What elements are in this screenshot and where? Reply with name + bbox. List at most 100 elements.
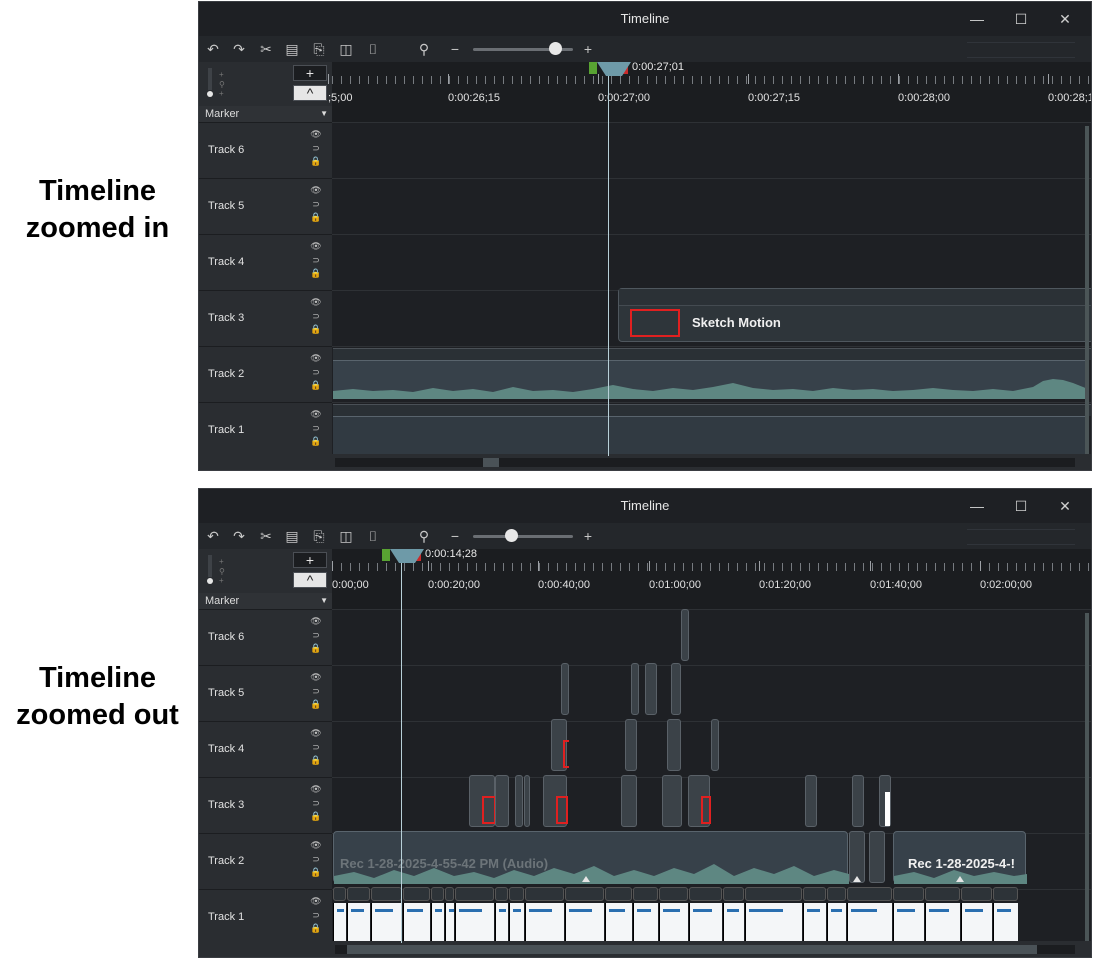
marker-header[interactable]: Marker ▼	[199, 593, 332, 609]
magnet-icon[interactable]: ⊃	[310, 854, 322, 864]
eye-icon[interactable]: 👁	[310, 784, 322, 794]
video-clip-header[interactable]	[827, 887, 846, 901]
magnet-icon[interactable]: ⊃	[310, 423, 322, 433]
track3-clip[interactable]	[852, 775, 864, 827]
track-lane[interactable]	[332, 609, 1091, 665]
track3-clip[interactable]	[662, 775, 682, 827]
lock-icon[interactable]: 🔒	[310, 212, 322, 222]
playhead-line[interactable]	[608, 76, 609, 456]
track-lane[interactable]	[332, 178, 1091, 234]
track-header[interactable]: Track 3 👁 ⊃ 🔒	[199, 777, 332, 833]
track3-clip[interactable]	[515, 775, 523, 827]
eye-icon[interactable]: 👁	[310, 353, 322, 363]
track3-clip[interactable]	[524, 775, 530, 827]
track3-clip[interactable]	[805, 775, 817, 827]
track-header[interactable]: Track 4 👁 ⊃ 🔒	[199, 721, 332, 777]
minimize-button[interactable]: —	[967, 10, 987, 28]
eye-icon[interactable]: 👁	[310, 241, 322, 251]
magnet-icon[interactable]: ⊃	[310, 367, 322, 377]
minimize-button[interactable]: —	[967, 497, 987, 515]
video-clip-header[interactable]	[347, 887, 370, 901]
snapshot-icon[interactable]: ⌷	[364, 527, 382, 545]
close-button[interactable]: ✕	[1055, 10, 1075, 28]
marker-dropdown-icon[interactable]: ▼	[320, 106, 328, 122]
track3-clip[interactable]	[495, 775, 509, 827]
magnet-icon[interactable]: ⊃	[310, 910, 322, 920]
track-header[interactable]: Track 6 👁 ⊃ 🔒	[199, 609, 332, 665]
paste-icon[interactable]: ⎘	[310, 40, 328, 58]
eye-icon[interactable]: 👁	[310, 672, 322, 682]
playhead-handle[interactable]	[390, 549, 424, 563]
lock-icon[interactable]: 🔒	[310, 811, 322, 821]
undo-icon[interactable]: ↶	[204, 527, 222, 545]
eye-icon[interactable]: 👁	[310, 840, 322, 850]
video-clip-header[interactable]	[723, 887, 744, 901]
video-clip-header[interactable]	[455, 887, 494, 901]
track-header[interactable]: Track 5 👁 ⊃ 🔒	[199, 665, 332, 721]
track5-clip[interactable]	[631, 663, 639, 715]
horizontal-scroll-thumb[interactable]	[483, 458, 499, 467]
magnet-icon[interactable]: ⊃	[310, 255, 322, 265]
eye-icon[interactable]: 👁	[310, 297, 322, 307]
track-header[interactable]: Track 6 👁 ⊃ 🔒	[199, 122, 332, 178]
video-clip-header[interactable]	[993, 887, 1018, 901]
video-clip-header[interactable]	[745, 887, 802, 901]
track4-clip[interactable]	[625, 719, 637, 771]
track-header[interactable]: Track 2 👁 ⊃ 🔒	[199, 833, 332, 889]
magnet-icon[interactable]: ⊃	[310, 742, 322, 752]
track3-clip[interactable]	[543, 775, 568, 827]
video-clip-header[interactable]	[445, 887, 454, 901]
video-clip-header[interactable]	[689, 887, 722, 901]
playhead-handle[interactable]	[597, 62, 631, 76]
lock-icon[interactable]: 🔒	[310, 436, 322, 446]
track5-clip[interactable]	[561, 663, 569, 715]
zoom-slider[interactable]	[473, 535, 573, 538]
video-clip-header[interactable]	[925, 887, 960, 901]
zoom-icon[interactable]: ⚲	[415, 527, 433, 545]
add-track-button[interactable]: +	[293, 552, 327, 568]
video-clip-header[interactable]	[495, 887, 508, 901]
marker-header[interactable]: Marker ▼	[199, 106, 332, 122]
maximize-button[interactable]: ☐	[1011, 497, 1031, 515]
track-height-knob[interactable]	[207, 578, 213, 584]
horizontal-scrollbar[interactable]	[335, 945, 1075, 954]
track2-clip[interactable]	[869, 831, 885, 883]
zoom-out-icon[interactable]: −	[446, 527, 464, 545]
redo-icon[interactable]: ↷	[230, 527, 248, 545]
zoom-icon[interactable]: ⚲	[415, 40, 433, 58]
copy-icon[interactable]: ▤	[283, 40, 301, 58]
snapshot-icon[interactable]: ⌷	[364, 40, 382, 58]
collapse-button[interactable]: ^	[293, 85, 327, 101]
lock-icon[interactable]: 🔒	[310, 643, 322, 653]
time-ruler[interactable]: ;5;00 0:00:26;15 0:00:27;00 0:00:27;15 0:00:…	[328, 62, 1091, 106]
video-clip-header[interactable]	[659, 887, 688, 901]
marker-lane[interactable]	[332, 106, 1091, 122]
video-clip-header[interactable]	[509, 887, 524, 901]
video-clip-header[interactable]	[371, 887, 402, 901]
cut-icon[interactable]: ✂	[257, 40, 275, 58]
zoom-slider-knob[interactable]	[549, 42, 562, 55]
vertical-scrollbar[interactable]	[1085, 613, 1089, 943]
track-header[interactable]: Track 4 👁 ⊃ 🔒	[199, 234, 332, 290]
track2-clip[interactable]	[849, 831, 865, 883]
track-height-knob[interactable]	[207, 91, 213, 97]
track-lane[interactable]	[332, 122, 1091, 178]
playhead-line[interactable]	[401, 563, 402, 943]
eye-icon[interactable]: 👁	[310, 129, 322, 139]
magnet-icon[interactable]: ⊃	[310, 199, 322, 209]
maximize-button[interactable]: ☐	[1011, 10, 1031, 28]
track-header[interactable]: Track 3 👁 ⊃ 🔒	[199, 290, 332, 346]
video-clip-header[interactable]	[431, 887, 444, 901]
audio-clip[interactable]: Rec 1-28-2025-4-55-42 PM (Audio)	[333, 831, 849, 884]
track4-clip[interactable]	[711, 719, 719, 771]
track4-clip[interactable]	[551, 719, 569, 771]
lock-icon[interactable]: 🔒	[310, 923, 322, 933]
track-height-slider[interactable]	[208, 555, 212, 577]
add-track-button[interactable]: +	[293, 65, 327, 81]
magnet-icon[interactable]: ⊃	[310, 798, 322, 808]
track6-clip[interactable]	[681, 609, 689, 661]
track-header[interactable]: Track 1 👁 ⊃ 🔒	[199, 889, 332, 945]
lock-icon[interactable]: 🔒	[310, 268, 322, 278]
audio-clip[interactable]	[333, 360, 1088, 399]
copy-icon[interactable]: ▤	[283, 527, 301, 545]
